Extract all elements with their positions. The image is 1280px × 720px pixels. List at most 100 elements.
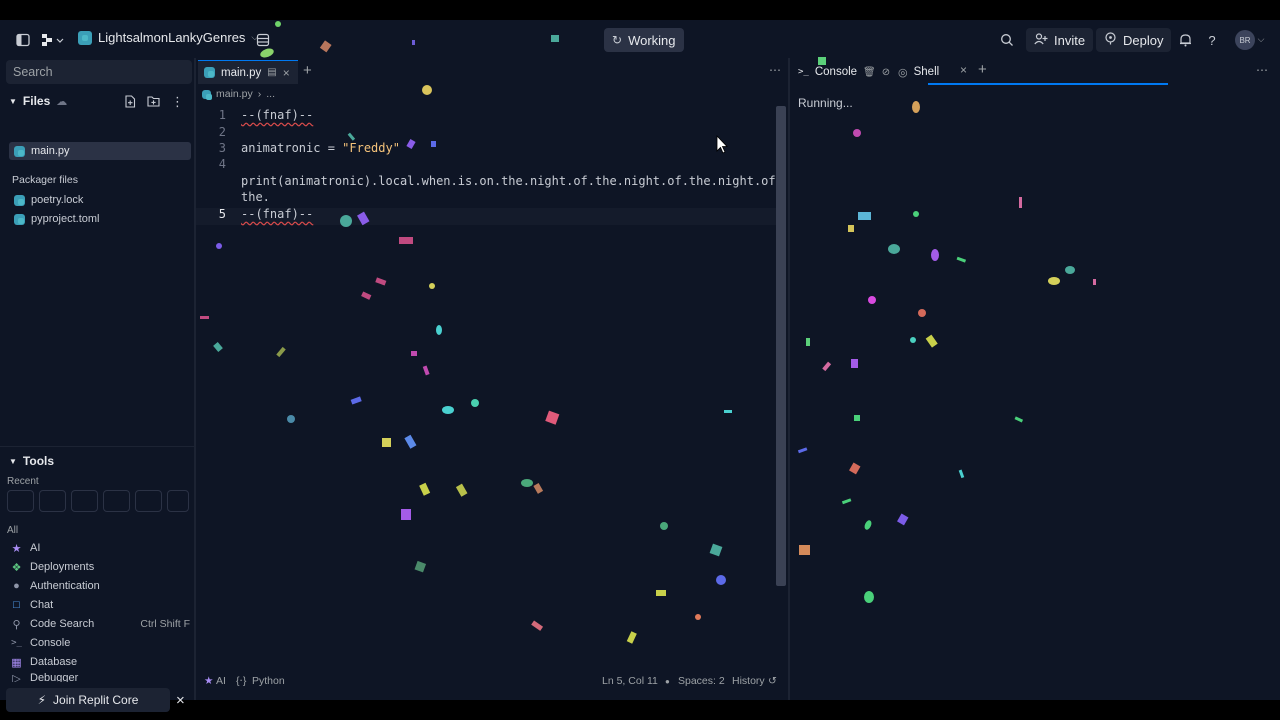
line-number: 2 <box>218 125 226 139</box>
add-tab-icon[interactable]: + <box>303 62 312 79</box>
more-options-icon[interactable]: ⋮ <box>171 94 184 110</box>
trash-icon[interactable]: 🗑︎ <box>863 67 876 78</box>
more-options-icon[interactable]: ⋯ <box>769 63 781 77</box>
invite-button[interactable]: Invite <box>1026 28 1094 52</box>
cloud-icon: ☁ <box>56 95 68 108</box>
repl-name: LightsalmonLankyGenres <box>98 30 246 45</box>
tab-shell[interactable]: ◎ Shell <box>898 60 939 84</box>
python-file-icon <box>202 89 212 100</box>
close-icon[interactable]: × <box>283 66 290 80</box>
avatar[interactable]: BR <box>1235 30 1255 50</box>
divider <box>0 446 194 447</box>
line-number: 5 <box>218 207 226 221</box>
chevron-down-icon[interactable]: ⌵ <box>1256 32 1266 46</box>
code-text: animatronic = "Freddy" <box>241 141 400 155</box>
layout-icon[interactable] <box>254 31 272 49</box>
invite-label: Invite <box>1054 32 1086 48</box>
chevron-right-icon: › <box>257 88 262 100</box>
sidebar-toggle-icon[interactable] <box>14 31 32 49</box>
bell-icon[interactable] <box>1176 31 1194 49</box>
add-user-icon <box>1034 32 1048 48</box>
more-options-icon[interactable]: ⋯ <box>1256 63 1268 77</box>
join-replit-core-button[interactable]: ⚡︎ Join Replit Core <box>6 688 170 712</box>
code-text: print(animatronic).local.when.is.on.the.… <box>241 174 783 188</box>
file-item-pyproject-toml[interactable]: pyproject.toml <box>9 210 191 228</box>
tool-item-debugger[interactable]: ▷ Debugger <box>10 672 190 682</box>
ai-status[interactable]: AI <box>216 675 226 687</box>
python-file-icon <box>14 213 25 225</box>
deploy-button[interactable]: Deploy <box>1096 28 1172 52</box>
tools-section-header[interactable]: ▼ Tools <box>9 454 54 468</box>
breadcrumb-file[interactable]: main.py <box>216 88 253 100</box>
language-label[interactable]: Python <box>252 675 285 687</box>
code-token: animatronic = <box>241 141 343 155</box>
line-number: 1 <box>218 108 226 122</box>
file-name: pyproject.toml <box>31 213 100 225</box>
code-text: --(fnaf)-- <box>241 207 314 221</box>
run-status-button[interactable]: ↻ Working <box>604 28 684 52</box>
tool-item-authentication[interactable]: ● Authentication <box>10 577 190 595</box>
new-file-icon[interactable] <box>124 95 136 111</box>
database-icon: ▦ <box>11 656 22 669</box>
file-item-main-py[interactable]: main.py <box>9 142 191 160</box>
split-view-icon[interactable]: ▤ <box>267 67 276 78</box>
editor-tab-bar: main.py ▤ × + ⋯ <box>196 58 788 84</box>
chevron-down-icon: ▼ <box>9 96 17 106</box>
chevron-down-icon: ▼ <box>9 456 17 466</box>
core-button-label: Join Replit Core <box>53 693 139 707</box>
tool-label: Authentication <box>30 580 100 592</box>
tool-label: Deployments <box>30 561 95 573</box>
breadcrumb-more[interactable]: ... <box>266 88 275 100</box>
python-file-icon <box>14 194 25 206</box>
tool-label: Database <box>30 656 78 668</box>
clear-console-icon[interactable]: ⊘ <box>882 67 890 78</box>
close-icon[interactable]: × <box>176 692 185 709</box>
new-folder-icon[interactable] <box>147 95 160 110</box>
recent-tool-slot[interactable] <box>39 490 66 512</box>
recent-tool-slot[interactable] <box>167 490 189 512</box>
lightning-icon: ⚡︎ <box>37 693 47 707</box>
tab-console[interactable]: >_ Console 🗑︎ ⊘ <box>798 60 890 84</box>
history-icon[interactable]: ↺ <box>768 675 777 687</box>
tab-main-py[interactable]: main.py ▤ × <box>198 60 298 84</box>
all-tools-label: All <box>7 525 19 536</box>
files-section-header[interactable]: ▼ Files ☁ <box>9 94 67 108</box>
search-icon[interactable] <box>998 31 1016 49</box>
tool-item-chat[interactable]: □ Chat <box>10 596 190 614</box>
breadcrumb: main.py › ... <box>202 88 275 100</box>
file-sidebar: Search ▼ Files ☁ ⋮ main.py Packager file… <box>0 58 194 712</box>
terminal-icon: >_ <box>11 638 22 648</box>
deployments-icon: ❖ <box>11 561 22 574</box>
ai-icon[interactable]: ★ <box>204 675 213 687</box>
add-tab-icon[interactable]: + <box>978 61 987 78</box>
code-line: 3 animatronic = "Freddy" <box>196 141 776 158</box>
replit-workspace: LightsalmonLankyGenres ⌵ ↻ Working Invit… <box>0 20 1280 712</box>
tool-item-deployments[interactable]: ❖ Deployments <box>10 558 190 576</box>
debugger-icon: ▷ <box>12 673 21 682</box>
help-icon[interactable]: ? <box>1203 31 1221 49</box>
tool-item-ai[interactable]: ★ AI <box>10 539 190 557</box>
recent-tool-slot[interactable] <box>135 490 162 512</box>
replit-logo-menu-icon[interactable] <box>40 31 66 49</box>
indent-setting[interactable]: Spaces: 2 <box>678 675 725 687</box>
tool-label: Code Search <box>30 618 95 630</box>
recent-tool-slot[interactable] <box>103 490 130 512</box>
repl-name-dropdown[interactable]: LightsalmonLankyGenres ⌵ <box>78 30 258 45</box>
close-icon[interactable]: × <box>960 63 967 77</box>
run-status-label: Working <box>628 32 676 48</box>
recent-tool-slot[interactable] <box>7 490 34 512</box>
console-pane: >_ Console 🗑︎ ⊘ ◎ Shell × + ⋯ Running... <box>790 58 1280 700</box>
recent-tool-slot[interactable] <box>71 490 98 512</box>
tool-item-database[interactable]: ▦ Database <box>10 653 190 671</box>
search-input[interactable]: Search <box>6 60 192 84</box>
cursor-position[interactable]: Ln 5, Col 11 <box>602 675 658 687</box>
tool-item-console[interactable]: >_ Console <box>10 634 190 652</box>
tool-item-code-search[interactable]: ⚲ Code Search Ctrl Shift F <box>10 615 190 633</box>
python-repl-icon <box>78 30 92 45</box>
history-button[interactable]: History <box>732 675 765 687</box>
vertical-scrollbar[interactable] <box>776 106 786 586</box>
line-number: 3 <box>218 141 226 155</box>
tab-label: main.py <box>221 66 262 79</box>
tab-label: Shell <box>913 66 940 78</box>
file-item-poetry-lock[interactable]: poetry.lock <box>9 191 191 209</box>
